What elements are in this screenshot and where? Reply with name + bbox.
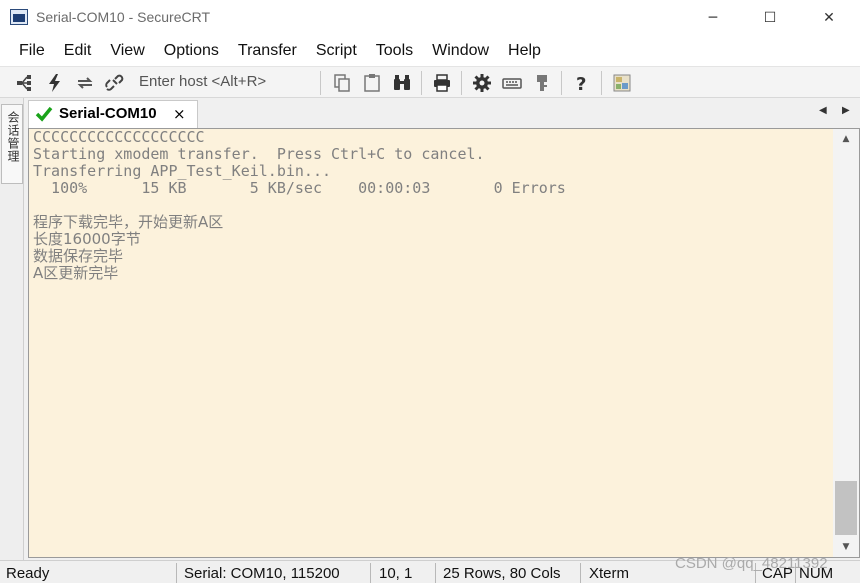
status-ready: Ready: [6, 565, 50, 582]
terminal-line: 100% 15 KB 5 KB/sec 00:00:03 0 Errors: [33, 179, 566, 197]
tab-bar: Serial-COM10 × ◀ ▶: [24, 98, 860, 128]
disconnect-icon[interactable]: [103, 72, 125, 94]
terminal-line: Starting xmodem transfer. Press Ctrl+C t…: [33, 145, 485, 163]
print-icon[interactable]: [431, 72, 453, 94]
toolbar: Enter host <Alt+R> ?: [0, 66, 860, 98]
session-manager-label: 会话管理: [6, 111, 20, 163]
terminal-line: 程序下载完毕，开始更新A区: [33, 213, 224, 231]
menu-tools[interactable]: Tools: [368, 42, 421, 60]
tab-label: Serial-COM10: [59, 105, 157, 122]
watermark: CSDN @qq_48211392: [675, 555, 828, 572]
tab-scroll-left-icon[interactable]: ◀: [819, 105, 827, 116]
toolbar-separator: [561, 71, 562, 95]
menu-transfer[interactable]: Transfer: [230, 42, 305, 60]
tab-scroll-right-icon[interactable]: ▶: [842, 105, 850, 116]
status-separator: [580, 563, 581, 583]
menu-bar: File Edit View Options Transfer Script T…: [0, 36, 860, 66]
minimize-button[interactable]: ─: [690, 0, 736, 36]
menu-script[interactable]: Script: [308, 42, 365, 60]
status-separator: [370, 563, 371, 583]
menu-window[interactable]: Window: [424, 42, 497, 60]
tab-serial-com10[interactable]: Serial-COM10 ×: [28, 100, 198, 128]
close-button[interactable]: ✕: [806, 0, 852, 36]
status-cursor-position: 10, 1: [379, 565, 413, 582]
toolbar-separator: [421, 71, 422, 95]
terminal-line: A区更新完毕: [33, 264, 119, 282]
host-input[interactable]: Enter host <Alt+R>: [139, 73, 266, 90]
scroll-thumb[interactable]: [835, 481, 857, 535]
toolbar-separator: [320, 71, 321, 95]
custom-icon[interactable]: [611, 72, 633, 94]
terminal-line: 长度16000字节: [33, 230, 141, 248]
sftp-icon[interactable]: [531, 72, 553, 94]
find-icon[interactable]: [391, 72, 413, 94]
terminal-scrollbar[interactable]: ▲ ▼: [833, 129, 859, 557]
status-connection: Serial: COM10, 115200: [184, 565, 340, 582]
menu-view[interactable]: View: [102, 42, 152, 60]
svg-text:?: ?: [576, 74, 586, 93]
menu-help[interactable]: Help: [500, 42, 549, 60]
session-manager-tab[interactable]: 会话管理: [1, 104, 23, 184]
copy-icon[interactable]: [331, 72, 353, 94]
status-terminal-size: 25 Rows, 80 Cols: [443, 565, 561, 582]
connected-check-icon: [35, 106, 53, 122]
terminal-line: 数据保存完毕: [33, 247, 124, 265]
maximize-button[interactable]: ☐: [747, 0, 793, 36]
status-separator: [176, 563, 177, 583]
window-title: Serial-COM10 - SecureCRT: [36, 9, 211, 25]
toolbar-separator: [601, 71, 602, 95]
app-icon: [10, 9, 28, 25]
help-icon[interactable]: ?: [571, 72, 593, 94]
toolbar-separator: [461, 71, 462, 95]
terminal-line: Transferring APP_Test_Keil.bin...: [33, 162, 332, 180]
connect-icon[interactable]: [14, 72, 36, 94]
scroll-down-icon[interactable]: ▼: [833, 537, 859, 557]
menu-file[interactable]: File: [11, 42, 53, 60]
reconnect-icon[interactable]: [74, 72, 96, 94]
terminal-output[interactable]: CCCCCCCCCCCCCCCCCCC Starting xmodem tran…: [33, 129, 833, 555]
paste-icon[interactable]: [361, 72, 383, 94]
terminal-line: CCCCCCCCCCCCCCCCCCC: [33, 129, 205, 146]
menu-options[interactable]: Options: [156, 42, 227, 60]
title-bar: Serial-COM10 - SecureCRT ─ ☐ ✕: [0, 0, 860, 36]
tab-close-button[interactable]: ×: [173, 105, 186, 123]
settings-icon[interactable]: [471, 72, 493, 94]
quick-connect-icon[interactable]: [44, 72, 66, 94]
scroll-up-icon[interactable]: ▲: [833, 129, 859, 149]
status-terminal-type: Xterm: [589, 565, 630, 582]
menu-edit[interactable]: Edit: [56, 42, 100, 60]
status-separator: [435, 563, 436, 583]
keymap-icon[interactable]: [501, 72, 523, 94]
